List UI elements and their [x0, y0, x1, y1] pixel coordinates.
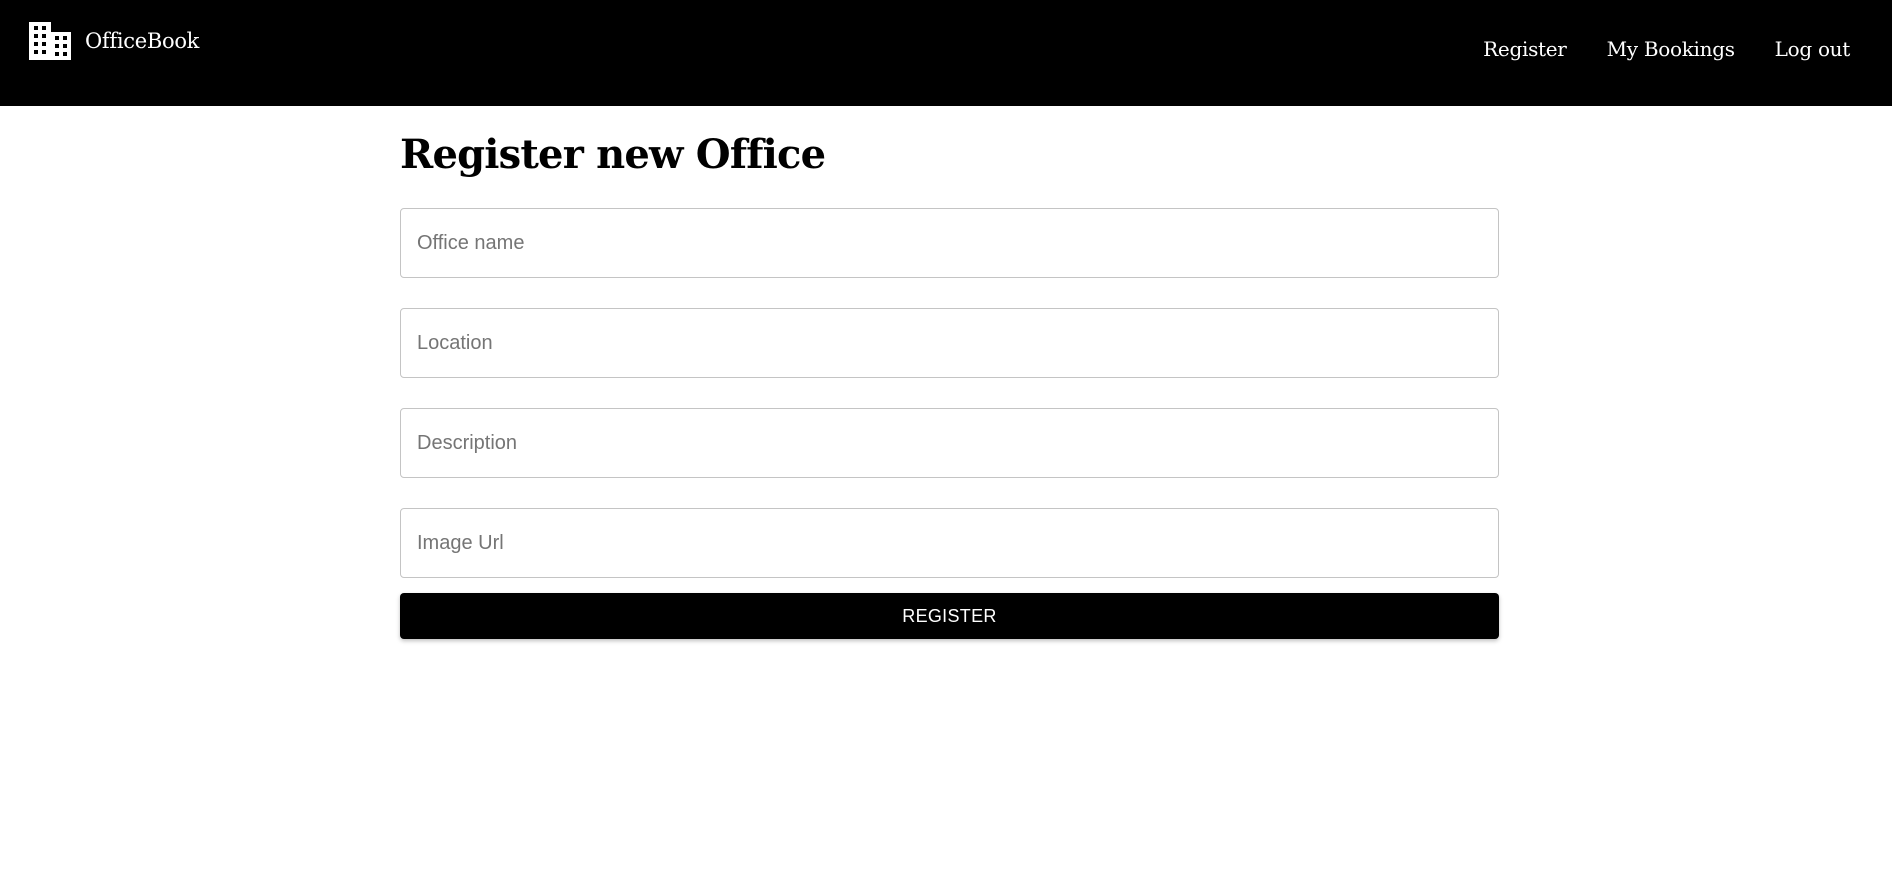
- nav-link-my-bookings[interactable]: My Bookings: [1607, 37, 1735, 61]
- office-name-field[interactable]: [400, 208, 1499, 278]
- main-nav: Register My Bookings Log out: [1483, 37, 1850, 61]
- brand-name: OfficeBook: [85, 28, 200, 53]
- top-app-bar: OfficeBook Register My Bookings Log out: [0, 0, 1892, 106]
- register-button[interactable]: REGISTER: [400, 593, 1499, 639]
- page-title: Register new Office: [400, 131, 826, 178]
- image-url-field[interactable]: [400, 508, 1499, 578]
- brand-home-link[interactable]: OfficeBook: [29, 22, 199, 60]
- nav-link-log-out[interactable]: Log out: [1775, 37, 1851, 61]
- nav-link-register[interactable]: Register: [1483, 37, 1567, 61]
- location-field[interactable]: [400, 308, 1499, 378]
- description-field[interactable]: [400, 408, 1499, 478]
- office-building-icon: [29, 22, 71, 60]
